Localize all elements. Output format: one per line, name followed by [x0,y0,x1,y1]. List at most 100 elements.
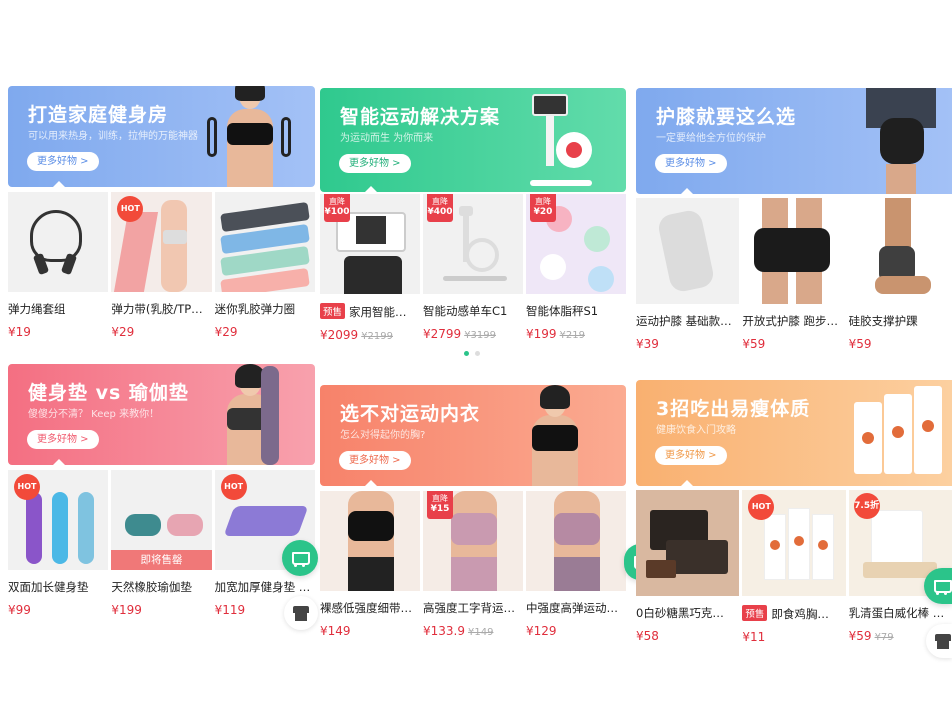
product-name: 智能体脂秤S1 [526,304,599,318]
knee-image [856,88,946,194]
price-drop-badge: 直降 ¥15 [427,491,453,519]
presale-tag: 预售 [742,605,768,621]
product-price: ¥199 ¥219 [526,327,585,341]
price-drop-badge: 直降 ¥20 [530,194,556,222]
product-row: 裸感低强度细带… ¥149 直降 ¥15 高强度工字背运… ¥133.9 ¥149 … [320,491,626,638]
product-card[interactable]: 直降 ¥15 高强度工字背运… ¥133.9 ¥149 [423,491,523,638]
stage: { "panels": [ { "id": "home-gym", "banne… [0,0,952,713]
product-price: ¥2099 ¥2199 [320,328,393,342]
model-image [510,385,600,486]
product-card[interactable]: HOT 预售 即食鸡胸… ¥11 [742,490,846,644]
store-icon[interactable] [284,596,318,630]
more-button[interactable]: 更多好物 > [27,430,99,449]
panel-knee: 护膝就要这么选 一定要给他全方位的保护 更多好物 > 运动护膝 基础款… ¥39… [636,88,952,358]
more-button[interactable]: 更多好物 > [339,154,411,173]
product-card[interactable]: 直降 ¥20 智能体脂秤S1 ¥199 ¥219 [526,194,626,342]
product-card[interactable]: HOT 弹力带(乳胶/TP… ¥29 [111,192,212,339]
pointer-icon [680,480,694,486]
product-card[interactable]: 弹力绳套组 ¥19 [8,192,109,339]
bike-image [526,92,596,190]
more-button[interactable]: 更多好物 > [655,154,727,173]
product-price: ¥129 [526,624,557,638]
product-card[interactable]: 直降 ¥100 预售 家用智能… ¥2099 ¥2199 [320,194,420,342]
carousel-dots[interactable] [464,351,480,356]
product-name: 硅胶支撑护踝 [848,314,918,328]
product-card[interactable]: HOT 双面加长健身垫 ¥99 [8,470,109,617]
panel-diet: 3招吃出易瘦体质 健康饮食入门攻略 更多好物 > 0白砂糖黑巧克… ¥58 HO… [636,380,952,644]
product-price: ¥29 [214,325,238,339]
product-row: HOT 双面加长健身垫 ¥99 即将售罄 天然橡胶瑜伽垫 ¥199 HOT 加宽… [8,470,315,617]
product-card[interactable]: 迷你乳胶弹力圈 ¥29 [214,192,315,339]
cart-icon[interactable] [924,568,952,604]
panel-smart-sport: 智能运动解决方案 为运动而生 为你而来 更多好物 > 直降 ¥100 预售 家用智能… [320,88,626,368]
pointer-icon [52,181,66,187]
product-card[interactable]: 中强度高弹运动… ¥129 [526,491,626,638]
food-pack-image [854,386,942,482]
store-icon[interactable] [926,624,952,658]
banner-subtitle: 为运动而生 为你而来 [340,133,434,144]
product-price: ¥59 [848,337,872,351]
banner-subtitle: 可以用来热身，训练，拉伸的万能神器 [28,131,198,142]
product-name: 预售 家用智能… [320,303,420,320]
product-price: ¥199 [111,603,142,617]
discount-badge: 7.5折 [853,493,880,519]
product-name: 预售 即食鸡胸… [742,605,845,622]
product-price: ¥39 [636,337,659,351]
banner-knee[interactable]: 护膝就要这么选 一定要给他全方位的保护 更多好物 > [636,88,952,194]
product-card[interactable]: 硅胶支撑护踝 ¥59 [848,198,952,351]
product-name: 加宽加厚健身垫 … [214,580,311,594]
price-drop-badge: 直降 ¥100 [324,194,350,222]
product-price: ¥99 [8,603,31,617]
banner-title: 打造家庭健身房 [28,104,169,126]
banner-title: 选不对运动内衣 [340,403,481,425]
product-row: 弹力绳套组 ¥19 HOT 弹力带(乳胶/TP… ¥29 迷你乳胶弹力圈 ¥29 [8,192,315,339]
product-card[interactable]: 开放式护膝 跑步… ¥59 [742,198,846,351]
product-card[interactable]: 裸感低强度细带… ¥149 [320,491,420,638]
product-name: 运动护膝 基础款… [636,314,732,328]
product-row: 直降 ¥100 预售 家用智能… ¥2099 ¥2199 直降 ¥400 智能动感单车C… [320,194,626,342]
banner-mat[interactable]: 健身垫 vs 瑜伽垫 傻傻分不清？ Keep 来教你！ 更多好物 > [8,364,315,465]
product-image [526,491,626,591]
product-name: 智能动感单车C1 [423,304,508,318]
banner-smart-sport[interactable]: 智能运动解决方案 为运动而生 为你而来 更多好物 > [320,88,626,192]
product-image [8,192,109,292]
hot-badge: HOT [14,474,40,500]
pointer-icon [52,459,66,465]
product-name: 乳清蛋白威化棒 … [848,606,945,620]
product-name: 中强度高弹运动… [526,601,618,615]
product-price: ¥2799 ¥3199 [423,327,496,341]
more-button[interactable]: 更多好物 > [339,451,411,470]
product-card[interactable]: 7.5折 乳清蛋白威化棒 … ¥59 ¥79 [848,490,952,644]
product-image: HOT [8,470,109,570]
carousel-dot[interactable] [464,351,469,356]
product-price: ¥58 [636,629,659,643]
product-image: HOT [111,192,212,292]
banner-title: 健身垫 vs 瑜伽垫 [28,382,189,404]
product-card[interactable]: 即将售罄 天然橡胶瑜伽垫 ¥199 [111,470,212,617]
product-card[interactable]: 直降 ¥400 智能动感单车C1 ¥2799 ¥3199 [423,194,523,342]
banner-diet[interactable]: 3招吃出易瘦体质 健康饮食入门攻略 更多好物 > [636,380,952,486]
product-card[interactable]: 运动护膝 基础款… ¥39 [636,198,740,351]
more-button[interactable]: 更多好物 > [27,152,99,171]
hot-badge: HOT [220,474,247,500]
product-card[interactable]: 0白砂糖黑巧克… ¥58 [636,490,740,644]
banner-subtitle: 一定要给他全方位的保护 [656,133,766,144]
more-button[interactable]: 更多好物 > [655,446,727,465]
product-price: ¥149 [320,624,351,638]
product-name: 裸感低强度细带… [320,601,412,615]
product-price: ¥59 [742,337,766,351]
cart-icon[interactable] [282,540,318,576]
product-image [214,192,315,292]
product-price: ¥19 [8,325,31,339]
product-image [636,490,740,596]
banner-title: 护膝就要这么选 [656,106,797,128]
product-price: ¥29 [111,325,135,339]
product-image: 即将售罄 [111,470,212,570]
soldout-label: 即将售罄 [111,550,212,570]
banner-bra[interactable]: 选不对运动内衣 怎么对得起你的胸? 更多好物 > [320,385,626,486]
carousel-dot[interactable] [475,351,480,356]
panel-home-gym: 打造家庭健身房 可以用来热身，训练，拉伸的万能神器 更多好物 > 弹力绳套组 ¥… [8,86,315,348]
banner-home-gym[interactable]: 打造家庭健身房 可以用来热身，训练，拉伸的万能神器 更多好物 > [8,86,315,187]
product-price: ¥11 [742,630,766,644]
product-name: 开放式护膝 跑步… [742,314,838,328]
